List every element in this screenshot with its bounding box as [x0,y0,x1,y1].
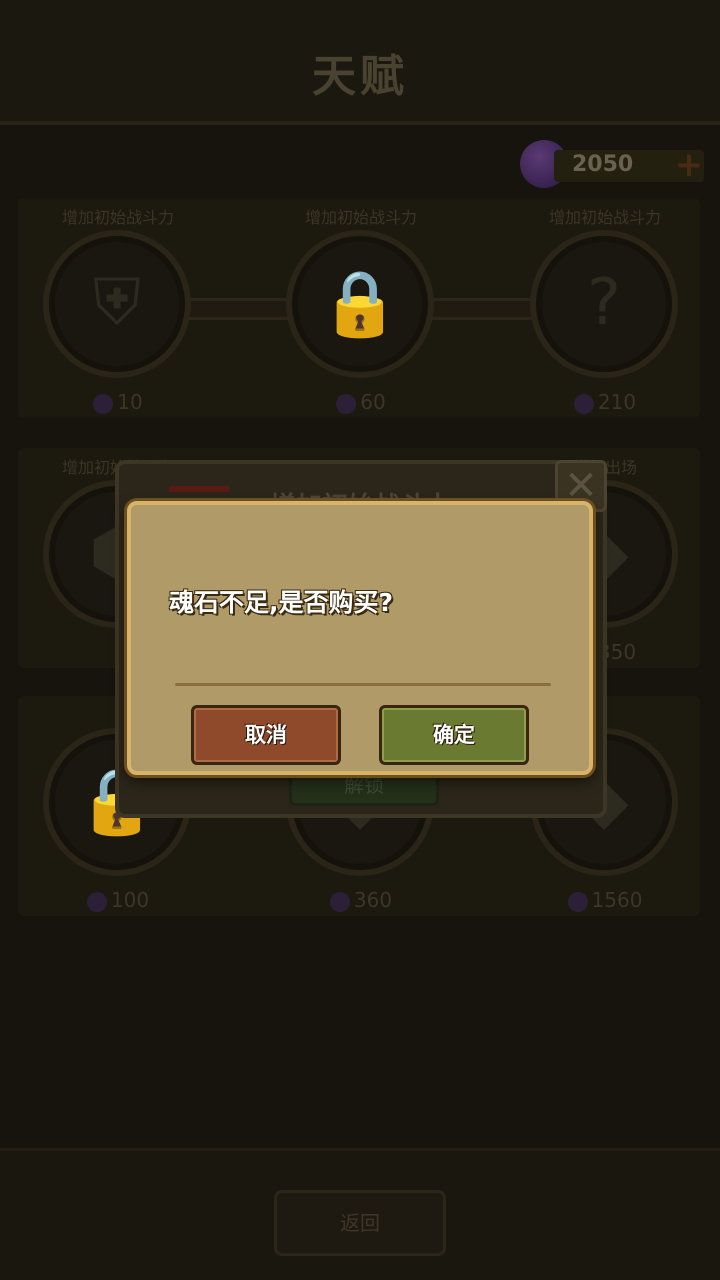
add-currency-button[interactable]: + [672,148,706,182]
soulstone-icon [573,393,594,414]
talent-cost: 210 [530,390,680,414]
dialog-message: 魂石不足,是否购买? [169,588,393,617]
question-icon: ? [587,266,621,340]
soulstone-icon [86,891,107,912]
soulstone-icon [567,891,588,912]
talent-cost: 1560 [530,888,680,912]
page-title: 天赋 [312,51,408,102]
soulstone-counter: 2050 + [520,140,706,188]
soulstone-icon [336,393,357,414]
dialog-divider [175,683,551,686]
lock-icon: 🔒 [320,267,400,341]
confirm-dialog: 魂石不足,是否购买? 取消 确定 [127,501,593,775]
top-header: 天赋 [0,0,720,125]
talent-name: 增加初始战斗力 [304,208,417,227]
soulstone-icon [329,891,350,912]
armor-icon: ⛨ [93,266,141,340]
talent-cost: 60 [286,390,436,414]
talent-slot[interactable]: 增加初始战斗力 ? 210 [530,198,680,414]
talent-cost: 10 [43,390,193,414]
soulstone-value: 2050 [572,152,634,177]
cancel-button[interactable]: 取消 [191,705,341,765]
talent-slot[interactable]: 增加初始战斗力 ⛨ 10 [43,198,193,414]
talent-name: 增加初始战斗力 [548,208,661,227]
talent-row-1: 增加初始战斗力 ⛨ 10 增加初始战斗力 🔒 60 增加初始战斗力 ? 210 [18,198,700,418]
talent-ring: 🔒 [286,230,434,378]
talent-ring: ⛨ [43,230,191,378]
talent-cost: 360 [286,888,436,912]
talent-cost: 100 [43,888,193,912]
confirm-button[interactable]: 确定 [379,705,529,765]
talent-ring: ? [530,230,678,378]
back-button-label: 返回 [340,1211,380,1235]
talent-slot[interactable]: 增加初始战斗力 🔒 60 [286,198,436,414]
talent-name: 增加初始战斗力 [61,208,174,227]
soulstone-icon [93,393,114,414]
back-button[interactable]: 返回 [274,1190,446,1256]
